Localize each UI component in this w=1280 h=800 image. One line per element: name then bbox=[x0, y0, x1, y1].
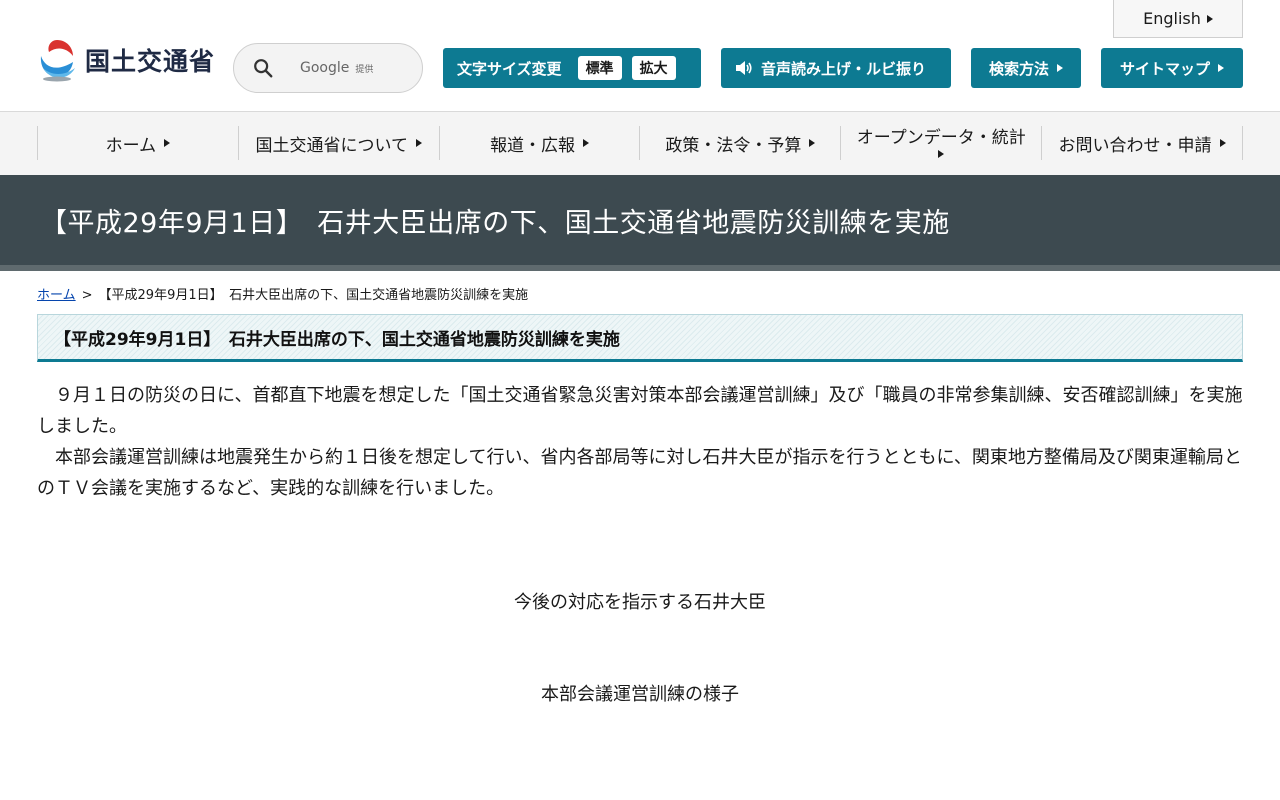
search-method-button[interactable]: 検索方法 bbox=[971, 48, 1081, 88]
english-link[interactable]: English bbox=[1113, 0, 1243, 38]
mlit-logo-icon bbox=[40, 40, 75, 82]
site-logo[interactable]: 国土交通省 bbox=[37, 38, 215, 82]
sitemap-label: サイトマップ bbox=[1119, 59, 1210, 78]
logo-text: 国土交通省 bbox=[85, 47, 216, 76]
google-provided-label: 提供 bbox=[355, 64, 374, 75]
voice-ruby-label: 音声読み上げ・ルビ振り bbox=[761, 59, 927, 78]
title-divider bbox=[0, 265, 1280, 271]
breadcrumb-separator: > bbox=[81, 288, 93, 303]
triangle-right-icon bbox=[1057, 64, 1063, 72]
breadcrumb-home-link[interactable]: ホーム bbox=[37, 288, 76, 303]
breadcrumb: ホーム > 【平成29年9月1日】 石井大臣出席の下、国土交通省地震防災訓練を実施 bbox=[37, 284, 528, 303]
triangle-right-icon bbox=[415, 139, 422, 147]
triangle-right-icon bbox=[164, 139, 171, 147]
triangle-right-icon bbox=[583, 139, 590, 147]
nav-item-label: 政策・法令・予算 bbox=[665, 135, 802, 156]
nav-item-label: 報道・広報 bbox=[490, 135, 576, 156]
global-nav-list: ホーム 国土交通省について 報道・広報 政策・法令・予算 オープンデータ・統計 … bbox=[37, 126, 1243, 160]
photo-caption: 今後の対応を指示する石井大臣 bbox=[514, 592, 766, 613]
triangle-right-icon bbox=[809, 139, 816, 147]
global-nav: ホーム 国土交通省について 報道・広報 政策・法令・予算 オープンデータ・統計 … bbox=[0, 112, 1280, 175]
page-title: 【平成29年9月1日】 石井大臣出席の下、国土交通省地震防災訓練を実施 bbox=[40, 208, 950, 239]
triangle-right-icon bbox=[938, 150, 945, 158]
nav-item-press[interactable]: 報道・広報 bbox=[438, 126, 640, 160]
font-size-label: 文字サイズ変更 bbox=[457, 59, 562, 78]
google-label: Google bbox=[300, 60, 350, 76]
search-icon[interactable] bbox=[252, 57, 274, 79]
nav-item-policy[interactable]: 政策・法令・予算 bbox=[639, 126, 840, 160]
font-size-control: 文字サイズ変更 標準 拡大 bbox=[443, 48, 701, 88]
search-method-label: 検索方法 bbox=[988, 59, 1049, 78]
article-paragraph: 本部会議運営訓練は地震発生から約１日後を想定して行い、省内各部局等に対し石井大臣… bbox=[37, 447, 1242, 499]
nav-item-label: お問い合わせ・申請 bbox=[1058, 135, 1212, 156]
nav-item-about[interactable]: 国土交通省について bbox=[237, 126, 439, 160]
triangle-right-icon bbox=[1206, 14, 1213, 23]
sitemap-button[interactable]: サイトマップ bbox=[1101, 48, 1243, 88]
nav-item-label: ホーム bbox=[105, 135, 157, 156]
font-size-standard-button[interactable]: 標準 bbox=[577, 56, 622, 80]
triangle-right-icon bbox=[1218, 64, 1224, 72]
nav-item-home[interactable]: ホーム bbox=[37, 126, 238, 160]
voice-ruby-button[interactable]: 音声読み上げ・ルビ振り bbox=[721, 48, 951, 88]
triangle-right-icon bbox=[1219, 139, 1226, 147]
page-title-band: 【平成29年9月1日】 石井大臣出席の下、国土交通省地震防災訓練を実施 bbox=[0, 175, 1280, 265]
search-input[interactable]: Google 提供 bbox=[233, 43, 423, 93]
section-heading: 【平成29年9月1日】 石井大臣出席の下、国土交通省地震防災訓練を実施 bbox=[37, 314, 1243, 362]
photo-caption: 本部会議運営訓練の様子 bbox=[541, 684, 739, 705]
nav-item-label: オープンデータ・統計 bbox=[856, 128, 1026, 148]
site-header: English 国土交通省 Google 提供 文字サイズ変更 標準 拡大 音声… bbox=[0, 0, 1280, 112]
font-size-large-button[interactable]: 拡大 bbox=[631, 56, 676, 80]
article-body: ９月１日の防災の日に、首都直下地震を想定した「国土交通省緊急災害対策本部会議運営… bbox=[37, 380, 1243, 504]
breadcrumb-current: 【平成29年9月1日】 石井大臣出席の下、国土交通省地震防災訓練を実施 bbox=[98, 288, 529, 303]
nav-item-label: 国土交通省について bbox=[255, 135, 408, 156]
nav-item-contact[interactable]: お問い合わせ・申請 bbox=[1041, 126, 1243, 160]
nav-item-opendata[interactable]: オープンデータ・統計 bbox=[840, 126, 1041, 160]
speaker-icon bbox=[736, 61, 752, 75]
article-paragraph: ９月１日の防災の日に、首都直下地震を想定した「国土交通省緊急災害対策本部会議運営… bbox=[37, 385, 1243, 437]
english-label: English bbox=[1143, 9, 1201, 28]
